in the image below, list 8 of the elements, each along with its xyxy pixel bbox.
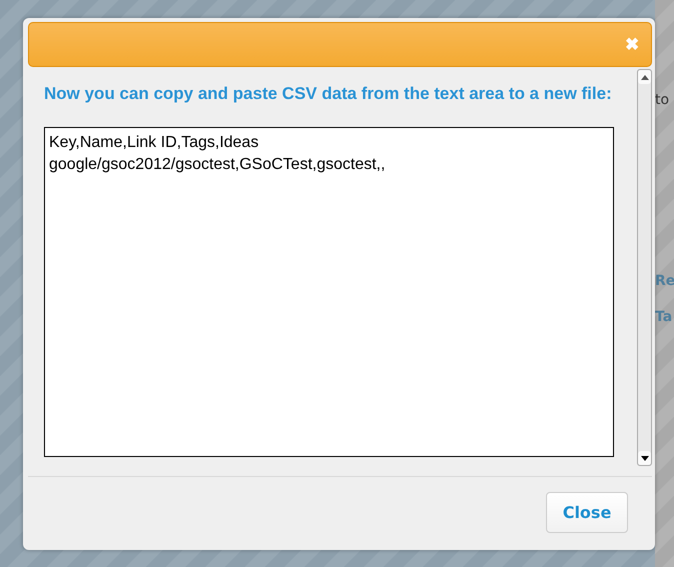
scrollbar[interactable] [637,69,652,466]
close-button[interactable]: Close [546,492,628,533]
up-arrow-icon[interactable] [640,74,648,80]
dialog-message: Now you can copy and paste CSV data from the text area to a new file: [44,83,613,105]
down-arrow-icon[interactable] [640,456,648,460]
csv-text-area[interactable]: Key,Name,Link ID,Tags,Ideas google/gsoc2012/gsoctest,GSoCTest,gsoctest,, [44,127,614,457]
background-text: to [655,92,670,108]
background-text: Ta [655,309,674,325]
